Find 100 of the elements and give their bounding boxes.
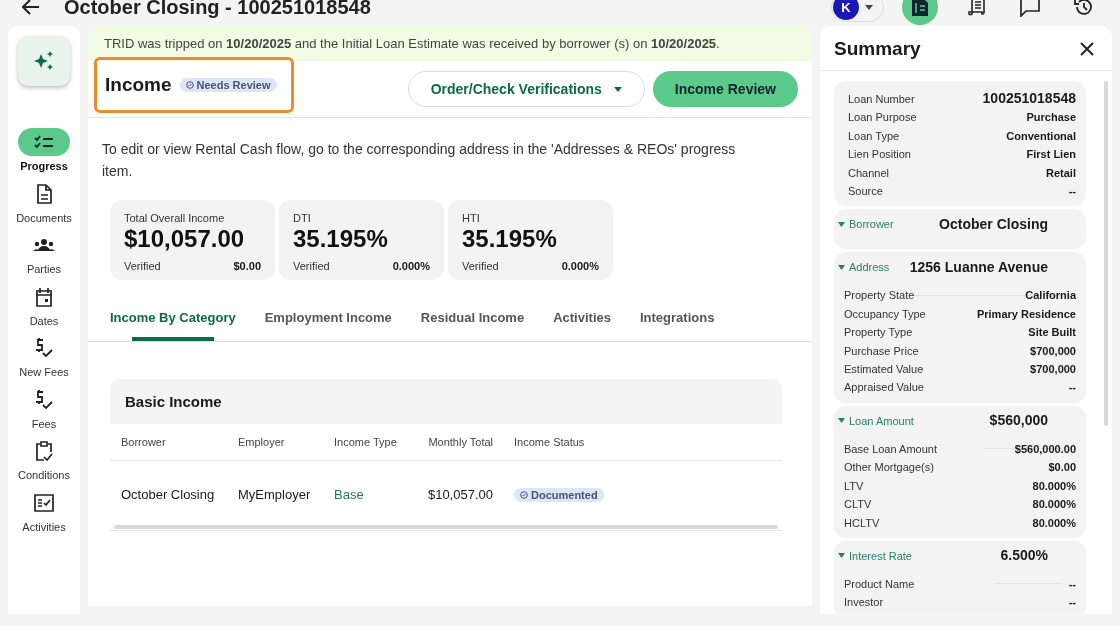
caret-icon [838, 221, 845, 227]
field-value: -- [1068, 380, 1076, 396]
field-label: Appraised Value [844, 380, 924, 396]
tab[interactable]: Activities [553, 298, 611, 341]
field-label: HCLTV [844, 515, 880, 531]
stat-value: 35.195% [462, 225, 558, 253]
field-value: Purchase [1026, 110, 1076, 126]
column-header: Income Status [503, 424, 782, 461]
field-value: $560,000.00 [1014, 441, 1076, 457]
field-label: Other Mortgage(s) [844, 460, 934, 476]
section-title: Income [105, 74, 172, 96]
field-label: Source [848, 184, 883, 200]
close-icon[interactable] [1080, 42, 1094, 56]
field-value: -- [1068, 184, 1076, 200]
income-review-button[interactable]: Income Review [652, 71, 798, 107]
nav-item[interactable]: New Fees [18, 334, 70, 386]
field-label: Loan Number [848, 92, 915, 107]
nav-item[interactable]: Activities [18, 488, 70, 540]
clipboard-check-icon [35, 441, 53, 461]
field-value: 80.000% [1032, 478, 1076, 494]
section-toggle[interactable]: Address [838, 261, 890, 274]
document-icon [36, 183, 52, 204]
tab[interactable]: Residual Income [420, 298, 525, 341]
vertical-scrollbar[interactable] [1104, 81, 1108, 426]
caret-icon [838, 553, 845, 559]
verifications-dropdown[interactable]: Order/Check Verifications [407, 71, 645, 107]
field-value: 100251018548 [982, 89, 1076, 108]
caret-icon [838, 264, 845, 270]
field-label: Occupancy Type [844, 306, 926, 322]
dollar-check-icon [34, 389, 54, 410]
section-toggle[interactable]: Borrower [838, 218, 894, 231]
status-badge: Documented [514, 487, 604, 502]
nav-item[interactable]: Documents [16, 179, 72, 231]
field-value: -- [1068, 576, 1076, 592]
field-value: Retail [1046, 165, 1076, 181]
income-type-link[interactable]: Base [323, 461, 411, 525]
caret-icon [865, 4, 873, 10]
stat-label: HTI [462, 212, 481, 224]
field-label: Product Name [844, 576, 915, 592]
verified-value: 0.000% [561, 260, 599, 272]
chat-icon[interactable] [1020, 0, 1040, 17]
caret-icon [838, 418, 845, 424]
field-label: Base Loan Amount [844, 441, 937, 457]
verified-label: Verified [462, 260, 499, 272]
table-title: Basic Income [125, 393, 222, 410]
receipt-icon[interactable] [968, 0, 986, 17]
column-header: Employer [227, 424, 323, 461]
column-header: Borrower [110, 424, 227, 461]
banner-text: TRID was tripped on 10/20/2025 and the Initial Loan Estimate was received by borrower (s) on 10/20/2025. [104, 36, 720, 51]
field-label: Property Type [844, 325, 913, 341]
panel-title: Summary [834, 38, 921, 60]
field-value: 80.000% [1032, 497, 1076, 513]
section-toggle[interactable]: Loan Amount [838, 414, 914, 427]
field-label: Purchase Price [844, 343, 919, 359]
sparkle-button[interactable] [18, 36, 70, 86]
field-value: -- [1068, 595, 1076, 611]
stat-label: DTI [293, 212, 312, 224]
nav-item[interactable]: Fees [18, 385, 70, 437]
info-text: To edit or view Rental Cash flow, go to the corresponding address in the 'Addresses & REOs' progress item. [102, 140, 737, 181]
nav-item[interactable]: Conditions [18, 437, 70, 489]
section-toggle[interactable]: Interest Rate [838, 549, 912, 562]
field-label: LTV [844, 478, 864, 494]
tab[interactable]: Integrations [639, 298, 715, 341]
column-header: Income Type [323, 424, 411, 461]
status-badge: Needs Review [179, 78, 277, 92]
checklist-icon [34, 135, 54, 149]
field-value: California [1025, 288, 1076, 304]
verified-label: Verified [124, 260, 161, 272]
field-value: $0.00 [1048, 460, 1076, 476]
history-icon[interactable] [1074, 0, 1094, 17]
nav-item[interactable]: Dates [18, 282, 70, 334]
people-icon [32, 238, 56, 252]
tab[interactable]: Income By Category [110, 298, 236, 341]
nav-item[interactable]: Parties [18, 231, 70, 283]
user-menu[interactable]: K [831, 0, 884, 22]
field-label: Loan Purpose [848, 110, 917, 126]
document-icon [911, 0, 929, 17]
stat-value: 35.195% [293, 225, 389, 253]
field-label: Loan Type [848, 128, 900, 144]
verified-value: $0.00 [233, 260, 261, 272]
caret-icon [613, 86, 622, 92]
dollar-check-icon [34, 338, 54, 358]
field-value: First Lien [1026, 147, 1076, 163]
field-value: Conventional [1006, 128, 1076, 144]
table-cell-text: $10,057.00 [426, 486, 494, 504]
field-label: Estimated Value [844, 362, 924, 378]
field-value: Primary Residence [976, 306, 1076, 322]
table-cell-text: MyEmployer [237, 486, 312, 504]
field-label: CLTV [844, 497, 872, 513]
field-label: Channel [848, 165, 889, 181]
back-arrow-icon[interactable] [22, 0, 40, 15]
column-header: Monthly Total [411, 424, 503, 461]
checklist-board-icon [34, 493, 54, 512]
field-value: $700,000 [1030, 362, 1076, 378]
field-value: Site Built [1028, 325, 1076, 341]
field-label: Investor [844, 595, 884, 611]
tab[interactable]: Employment Income [264, 298, 392, 341]
sparkle-icon [33, 50, 55, 72]
stat-label: Total Overall Income [124, 212, 226, 224]
field-label: Property State [844, 288, 915, 304]
